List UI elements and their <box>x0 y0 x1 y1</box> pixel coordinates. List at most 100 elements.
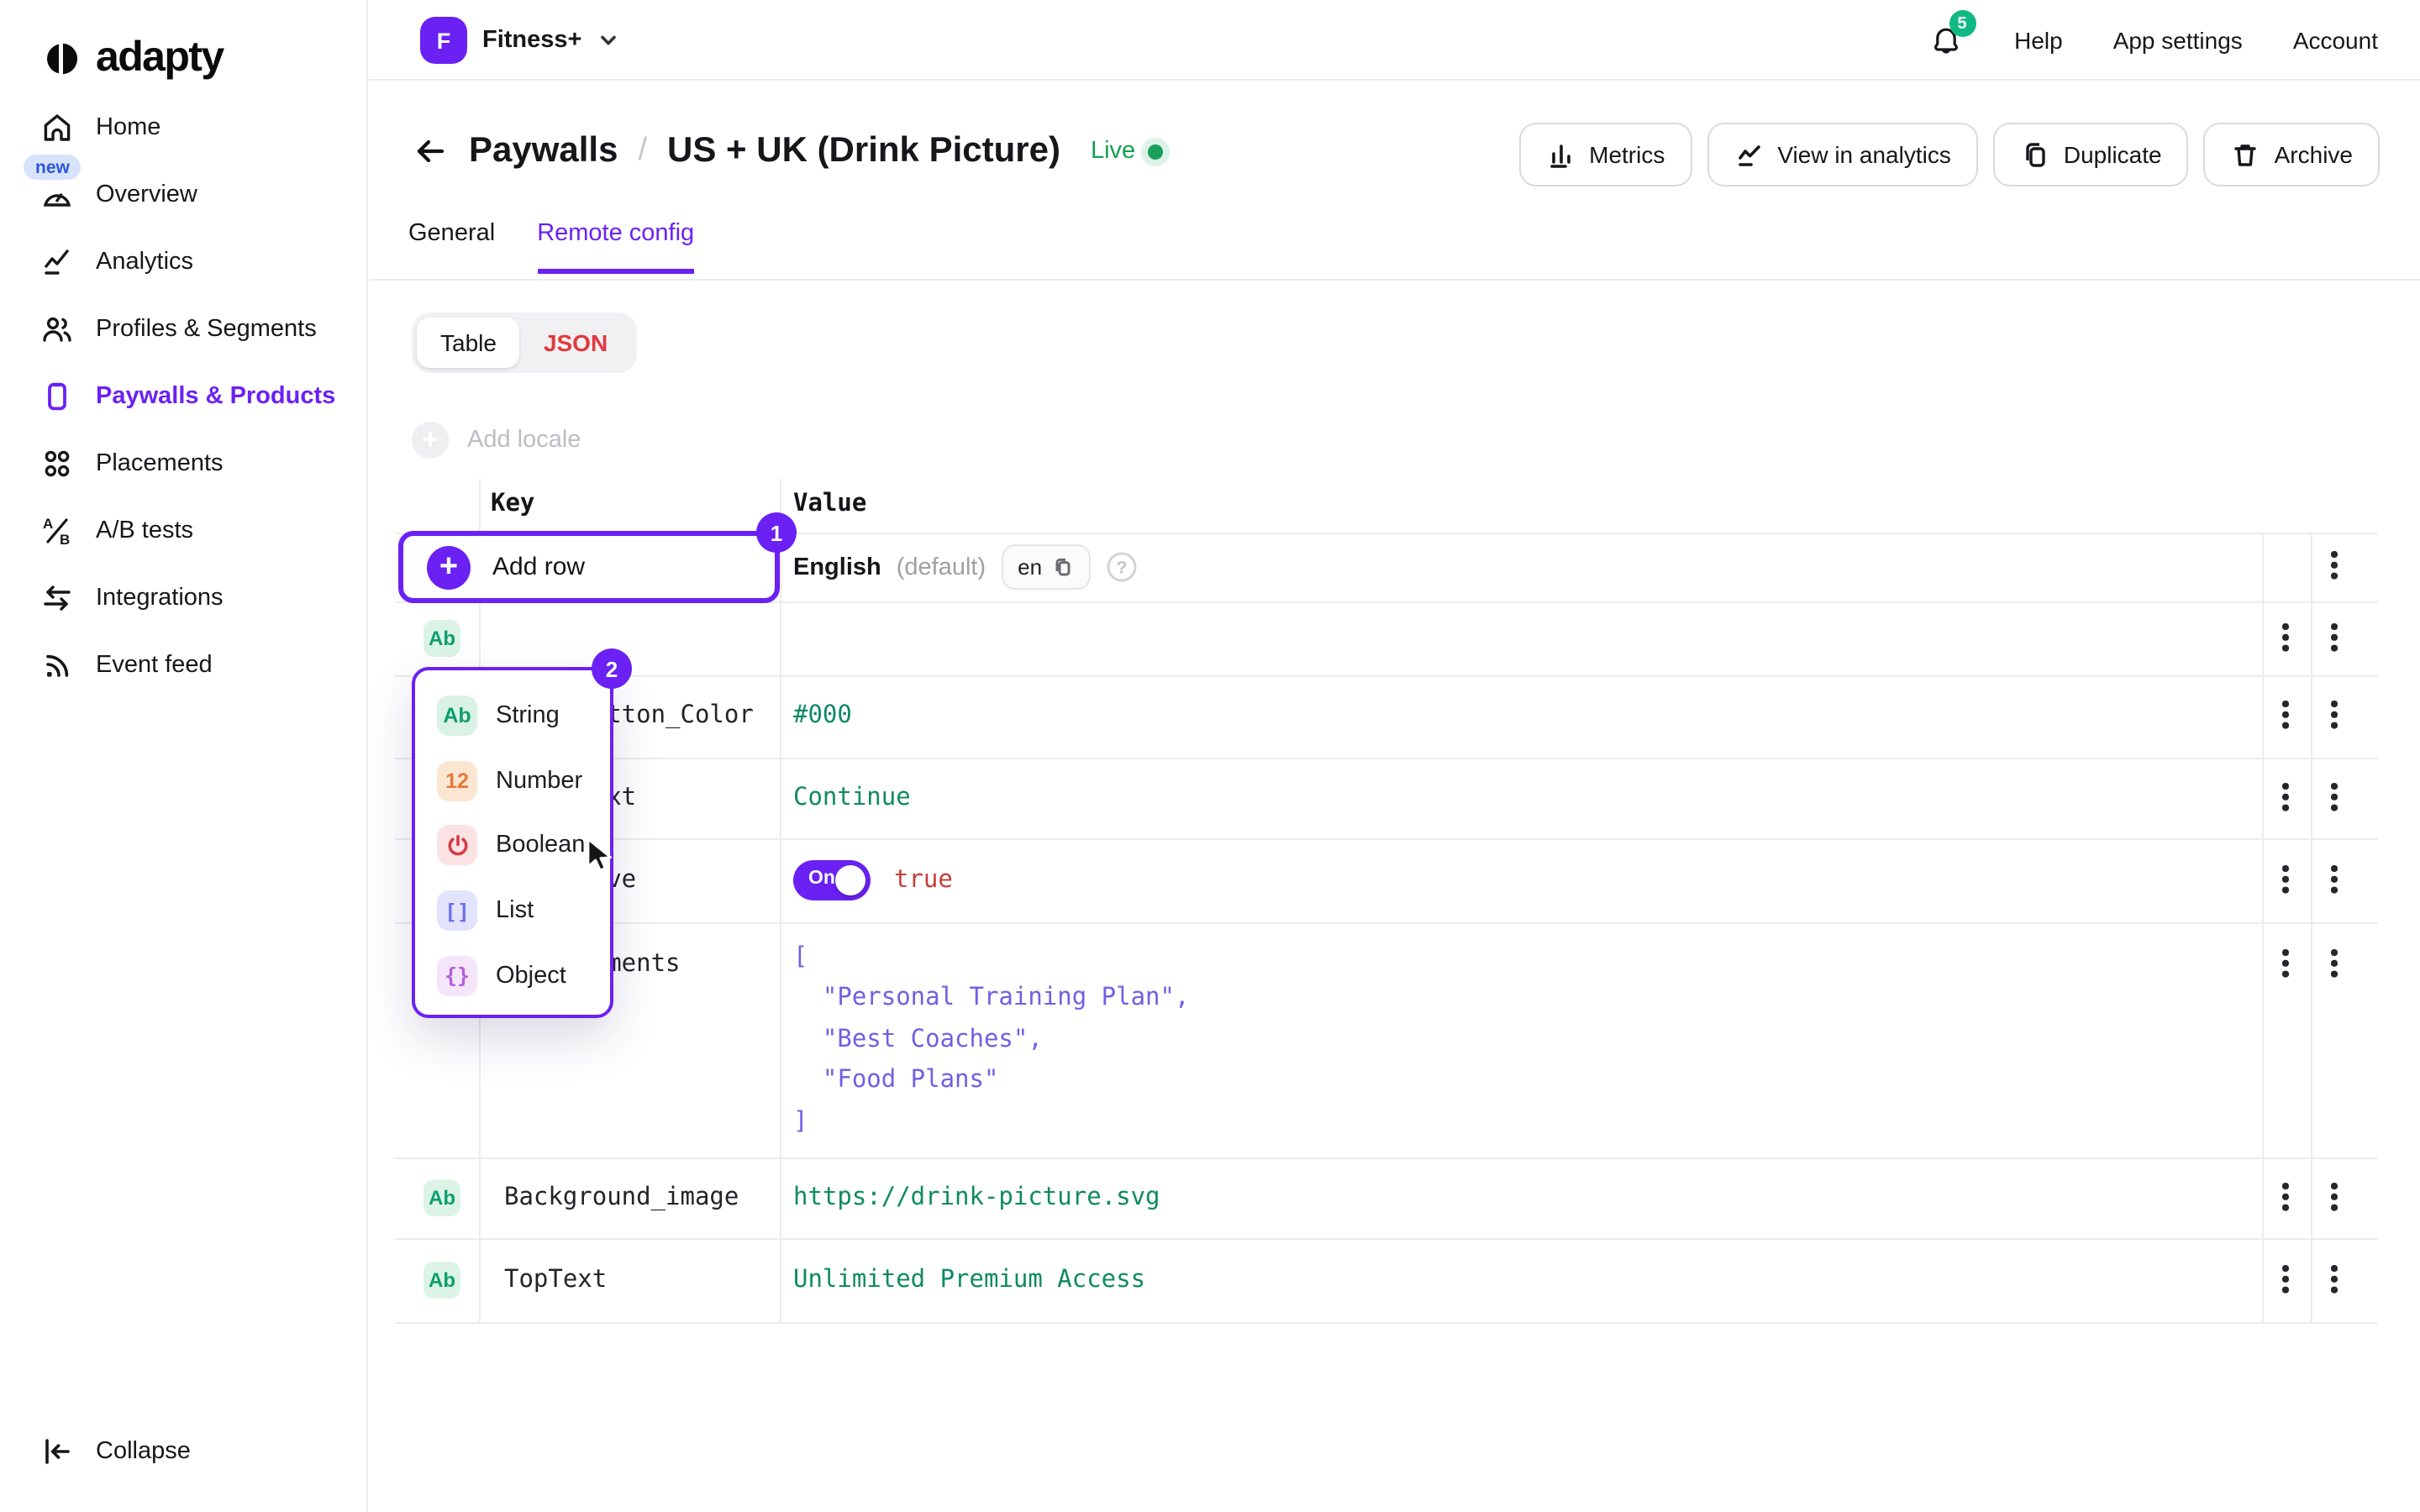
svg-text:B: B <box>60 532 70 548</box>
ab-test-icon: AB <box>40 514 74 548</box>
duplicate-icon <box>2020 139 2050 170</box>
view-in-analytics-button[interactable]: View in analytics <box>1707 123 1978 186</box>
row-menu-kebab-icon[interactable] <box>2317 1183 2351 1213</box>
new-badge: new <box>24 155 82 180</box>
type-menu-label: Number <box>496 768 582 795</box>
app-avatar: F <box>420 17 467 64</box>
locale-default-note: (default) <box>897 554 986 580</box>
locale-row: English (default) en ? <box>793 544 1138 590</box>
sidebar-item-label: Home <box>96 114 160 141</box>
metrics-button[interactable]: Metrics <box>1518 123 1691 186</box>
table-border <box>395 675 2378 677</box>
help-link[interactable]: Help <box>2014 27 2063 54</box>
view-toggle-table[interactable]: Table <box>417 318 520 368</box>
app-switcher[interactable]: F Fitness+ <box>420 17 620 64</box>
app-settings-link[interactable]: App settings <box>2113 27 2243 54</box>
placements-grid-icon <box>40 447 74 480</box>
sidebar-item-label: Integrations <box>96 585 224 612</box>
svg-text:A: A <box>43 516 53 532</box>
add-locale-button[interactable]: Add locale <box>412 422 581 459</box>
table-column-border <box>780 479 781 1322</box>
notifications-button[interactable]: 5 <box>1927 22 1964 59</box>
sidebar-item-placements[interactable]: Placements <box>0 430 366 497</box>
add-row-button[interactable]: Add row 1 <box>398 531 780 603</box>
archive-button[interactable]: Archive <box>2204 123 2380 186</box>
tab-general[interactable]: General <box>408 220 495 274</box>
tab-remote-config[interactable]: Remote config <box>537 220 694 274</box>
add-locale-label: Add locale <box>467 427 581 454</box>
sidebar-item-label: Profiles & Segments <box>96 316 317 343</box>
breadcrumb-separator: / <box>638 133 647 170</box>
duplicate-button[interactable]: Duplicate <box>1993 123 2189 186</box>
sidebar-item-ab-tests[interactable]: AB A/B tests <box>0 497 366 564</box>
sidebar-item-paywalls-products[interactable]: Paywalls & Products <box>0 363 366 430</box>
table-border <box>395 1238 2378 1240</box>
row-menu-kebab-icon[interactable] <box>2269 623 2302 654</box>
paywall-phone-icon <box>40 380 74 413</box>
type-menu-label: Object <box>496 962 566 989</box>
type-menu-item-string[interactable]: Ab String <box>415 684 610 748</box>
row-menu-kebab-icon[interactable] <box>2269 783 2302 813</box>
row-menu-kebab-icon[interactable] <box>2269 1183 2302 1213</box>
back-arrow-icon[interactable] <box>412 133 449 170</box>
sidebar-item-overview[interactable]: new Overview <box>0 161 366 228</box>
type-menu-label: List <box>496 897 534 924</box>
sidebar-item-analytics[interactable]: Analytics <box>0 228 366 296</box>
boolean-power-icon <box>437 826 477 866</box>
row-menu-kebab-icon[interactable] <box>2317 701 2351 731</box>
row-key[interactable]: TopText <box>504 1267 607 1294</box>
row-menu-kebab-icon[interactable] <box>2317 1265 2351 1295</box>
row-value[interactable]: https://drink-picture.svg <box>793 1184 1160 1211</box>
sidebar-nav: Home new Overview Analytics Profiles & S… <box>0 94 366 699</box>
row-menu-kebab-icon[interactable] <box>2269 949 2302 979</box>
sidebar-item-profiles-segments[interactable]: Profiles & Segments <box>0 296 366 363</box>
row-value[interactable]: [ "Personal Training Plan", "Best Coache… <box>793 937 1189 1142</box>
sidebar: adapty Home new Overview Analytics Profi… <box>0 0 368 1512</box>
sidebar-item-event-feed[interactable]: Event feed <box>0 632 366 699</box>
type-menu-item-list[interactable]: [] List <box>415 879 610 943</box>
row-menu-kebab-icon[interactable] <box>2317 949 2351 979</box>
row-menu-kebab-icon[interactable] <box>2317 623 2351 654</box>
breadcrumb-paywalls[interactable]: Paywalls <box>469 131 618 171</box>
row-menu-kebab-icon[interactable] <box>2269 1265 2302 1295</box>
adapty-dashboard: adapty Home new Overview Analytics Profi… <box>0 0 2420 1512</box>
column-header-key: Key <box>491 491 534 517</box>
page-tabs: General Remote config <box>408 220 694 274</box>
tutorial-step-2-badge: 2 <box>592 648 632 689</box>
plus-circle-icon <box>427 545 471 589</box>
account-link[interactable]: Account <box>2293 27 2378 54</box>
table-border <box>395 1322 2378 1324</box>
row-menu-kebab-icon[interactable] <box>2317 865 2351 895</box>
row-value[interactable]: Unlimited Premium Access <box>793 1267 1145 1294</box>
metrics-label: Metrics <box>1589 141 1665 168</box>
sidebar-item-label: Analytics <box>96 249 193 276</box>
row-menu-kebab-icon[interactable] <box>2317 551 2351 581</box>
svg-text:?: ? <box>1117 558 1128 577</box>
boolean-toggle[interactable]: On <box>793 860 871 900</box>
sidebar-item-home[interactable]: Home <box>0 94 366 161</box>
sidebar-collapse-button[interactable]: Collapse <box>40 1418 191 1485</box>
row-menu-kebab-icon[interactable] <box>2317 783 2351 813</box>
copy-icon <box>1052 556 1074 578</box>
row-menu-kebab-icon[interactable] <box>2269 865 2302 895</box>
column-header-value: Value <box>793 491 866 517</box>
integrations-arrows-icon <box>40 581 74 615</box>
trash-icon <box>2231 139 2261 170</box>
collapse-icon <box>40 1435 74 1468</box>
type-menu-item-number[interactable]: 12 Number <box>415 748 610 813</box>
row-value[interactable]: true <box>894 867 953 894</box>
sidebar-item-integrations[interactable]: Integrations <box>0 564 366 632</box>
locale-language: English <box>793 554 881 580</box>
type-menu-item-boolean[interactable]: Boolean <box>415 813 610 878</box>
help-circle-icon[interactable]: ? <box>1106 551 1138 583</box>
table-column-border <box>2262 533 2264 1322</box>
type-menu-item-object[interactable]: {} Object <box>415 943 610 1008</box>
row-value[interactable]: Continue <box>793 785 911 811</box>
view-toggle-json[interactable]: JSON <box>520 318 631 368</box>
locale-code-chip[interactable]: en <box>1001 544 1091 590</box>
sidebar-item-label: Placements <box>96 450 224 477</box>
row-key[interactable]: Background_image <box>504 1184 739 1211</box>
app-name: Fitness+ <box>482 27 581 54</box>
row-menu-kebab-icon[interactable] <box>2269 701 2302 731</box>
row-value[interactable]: #000 <box>793 702 852 729</box>
